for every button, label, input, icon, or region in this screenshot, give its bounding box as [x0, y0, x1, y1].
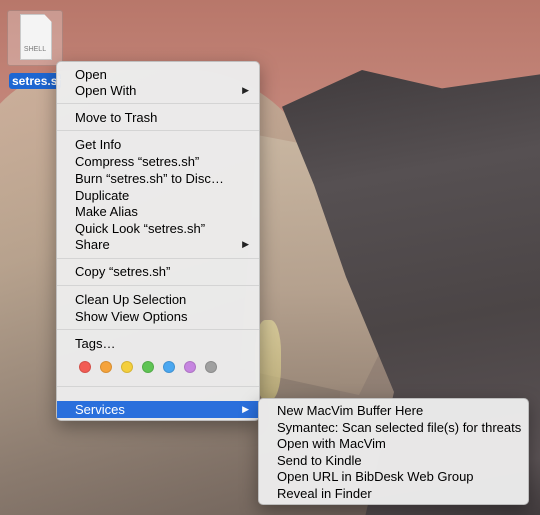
menu-item-label: Clean Up Selection: [75, 292, 187, 307]
menu-item-label: Open URL in BibDesk Web Group: [277, 469, 474, 484]
file-type-label: SHELL: [23, 46, 47, 53]
menu-item-open[interactable]: Open: [57, 66, 259, 83]
menu-item-label: Send to Kindle: [277, 453, 362, 468]
services-item-open-url-bibdesk[interactable]: Open URL in BibDesk Web Group: [259, 468, 528, 485]
menu-item-label: Move to Trash: [75, 110, 158, 125]
services-item-reveal-in-finder[interactable]: Reveal in Finder: [259, 485, 528, 502]
menu-item-get-info[interactable]: Get Info: [57, 136, 259, 153]
menu-separator: [57, 329, 259, 330]
menu-separator: [57, 386, 259, 387]
services-item-open-with-macvim[interactable]: Open with MacVim: [259, 435, 528, 452]
tag-yellow-icon[interactable]: [121, 361, 133, 373]
menu-item-label: Compress “setres.sh”: [75, 154, 200, 169]
menu-item-clean-up-selection[interactable]: Clean Up Selection: [57, 291, 259, 308]
shell-script-icon[interactable]: [20, 14, 52, 60]
menu-item-label: Reveal in Finder: [277, 486, 372, 501]
menu-item-label: Copy “setres.sh”: [75, 264, 171, 279]
menu-separator: [57, 103, 259, 104]
tag-red-icon[interactable]: [79, 361, 91, 373]
services-item-new-macvim-buffer[interactable]: New MacVim Buffer Here: [259, 402, 528, 419]
menu-item-label: Share: [75, 237, 110, 252]
menu-item-label: Make Alias: [75, 204, 138, 219]
menu-separator: [57, 258, 259, 259]
menu-item-share[interactable]: Share ▶: [57, 236, 259, 253]
menu-item-open-with[interactable]: Open With ▶: [57, 82, 259, 99]
menu-separator: [57, 285, 259, 286]
menu-item-compress[interactable]: Compress “setres.sh”: [57, 153, 259, 170]
menu-item-quick-look[interactable]: Quick Look “setres.sh”: [57, 220, 259, 237]
menu-item-tags[interactable]: Tags…: [57, 335, 259, 352]
menu-item-label: Duplicate: [75, 188, 130, 203]
menu-item-duplicate[interactable]: Duplicate: [57, 187, 259, 204]
tag-blue-icon[interactable]: [163, 361, 175, 373]
menu-item-label: Open With: [75, 83, 137, 98]
tag-orange-icon[interactable]: [100, 361, 112, 373]
menu-item-label: Tags…: [75, 336, 116, 351]
context-menu: Open Open With ▶ Move to Trash Get Info …: [56, 61, 260, 421]
menu-item-label: Symantec: Scan selected file(s) for thre…: [277, 420, 522, 435]
menu-item-label: Quick Look “setres.sh”: [75, 221, 206, 236]
menu-item-show-view-options[interactable]: Show View Options: [57, 308, 259, 325]
menu-item-label: Open with MacVim: [277, 436, 386, 451]
services-item-symantec-scan[interactable]: Symantec: Scan selected file(s) for thre…: [259, 419, 528, 436]
menu-item-label: Show View Options: [75, 309, 188, 324]
menu-item-label: New MacVim Buffer Here: [277, 403, 424, 418]
menu-separator: [57, 130, 259, 131]
menu-item-copy[interactable]: Copy “setres.sh”: [57, 263, 259, 280]
menu-item-label: Burn “setres.sh” to Disc…: [75, 171, 224, 186]
submenu-arrow-icon: ▶: [242, 85, 249, 95]
menu-item-label: Services: [75, 402, 125, 417]
tag-gray-icon[interactable]: [205, 361, 217, 373]
submenu-arrow-icon: ▶: [242, 404, 249, 414]
menu-item-label: Get Info: [75, 137, 122, 152]
tag-color-row: [79, 361, 239, 375]
tag-purple-icon[interactable]: [184, 361, 196, 373]
menu-item-move-to-trash[interactable]: Move to Trash: [57, 109, 259, 126]
tag-green-icon[interactable]: [142, 361, 154, 373]
menu-item-services[interactable]: Services ▶: [57, 401, 259, 418]
services-submenu: New MacVim Buffer Here Symantec: Scan se…: [258, 398, 529, 505]
submenu-arrow-icon: ▶: [242, 239, 249, 249]
menu-item-label: Open: [75, 67, 107, 82]
menu-item-make-alias[interactable]: Make Alias: [57, 203, 259, 220]
services-item-send-to-kindle[interactable]: Send to Kindle: [259, 452, 528, 469]
menu-item-burn[interactable]: Burn “setres.sh” to Disc…: [57, 170, 259, 187]
file-name-label[interactable]: setres.sh: [9, 73, 61, 89]
